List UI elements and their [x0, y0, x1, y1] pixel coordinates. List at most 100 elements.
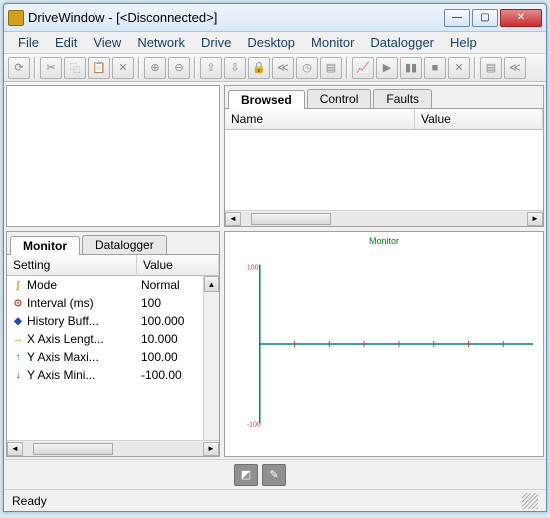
menu-help[interactable]: Help	[442, 35, 485, 50]
menu-desktop[interactable]: Desktop	[239, 35, 303, 50]
titlebar[interactable]: DriveWindow - [<Disconnected>] — ▢ ✕	[4, 4, 546, 32]
row-icon: ↓	[11, 368, 25, 382]
tab-datalogger[interactable]: Datalogger	[82, 235, 167, 254]
status-text: Ready	[12, 494, 47, 508]
row-icon: ◆	[11, 314, 25, 328]
play-icon[interactable]: ▶	[376, 57, 398, 79]
zoom-out-icon[interactable]: ⊖	[168, 57, 190, 79]
monitor-chart: Monitor 100 -100	[225, 232, 543, 456]
scroll-up-icon[interactable]: ▲	[204, 276, 219, 292]
row-icon: ⊙	[11, 296, 25, 310]
table-row[interactable]: ⊙Interval (ms) 100	[7, 294, 203, 312]
setting-value: 100.000	[137, 314, 203, 328]
record-icon[interactable]: ▮▮	[400, 57, 422, 79]
setting-label: Interval (ms)	[27, 296, 94, 310]
setting-value: 100	[137, 296, 203, 310]
setting-value: 10.000	[137, 332, 203, 346]
tab-control[interactable]: Control	[307, 89, 372, 108]
setting-label: Mode	[27, 278, 57, 292]
chart-pane[interactable]: Monitor 100 -100	[224, 231, 544, 457]
rewind2-icon[interactable]: ≪	[504, 57, 526, 79]
monitor-hscroll[interactable]: ◄ ►	[7, 440, 219, 456]
row-icon: ↔	[11, 332, 25, 346]
page-icon[interactable]: ▤	[320, 57, 342, 79]
svg-text:100: 100	[247, 264, 259, 271]
col-setting[interactable]: Setting	[7, 255, 137, 275]
chart-svg: 100 -100	[225, 232, 543, 456]
lock-icon[interactable]: 🔒	[248, 57, 270, 79]
col-value2[interactable]: Value	[137, 255, 219, 275]
setting-value: -100.00	[137, 368, 203, 382]
monitor-vscroll[interactable]: ▲	[203, 276, 219, 440]
toolbar: ⟳ ✂ ⿻ 📋 ✕ ⊕ ⊖ ⇧ ⇩ 🔒 ≪ ◷ ▤ 📈 ▶ ▮▮ ■ ✕ ▤ ≪	[4, 54, 546, 82]
refresh-icon[interactable]: ⟳	[8, 57, 30, 79]
table-row[interactable]: ↑Y Axis Maxi... 100.00	[7, 348, 203, 366]
menu-view[interactable]: View	[85, 35, 129, 50]
cut-icon[interactable]: ✂	[40, 57, 62, 79]
browsed-pane: Browsed Control Faults Name Value ◄ ►	[224, 85, 544, 227]
monitor-pane: Monitor Datalogger Setting Value ∫Mode No…	[6, 231, 220, 457]
stop-icon[interactable]: ■	[424, 57, 446, 79]
menu-drive[interactable]: Drive	[193, 35, 239, 50]
menu-file[interactable]: File	[10, 35, 47, 50]
log-icon[interactable]: ▤	[480, 57, 502, 79]
copy-icon[interactable]: ⿻	[64, 57, 86, 79]
setting-label: Y Axis Mini...	[27, 368, 95, 382]
row-icon: ∫	[11, 278, 25, 292]
setting-value: Normal	[137, 278, 203, 292]
clear-icon[interactable]: ✕	[448, 57, 470, 79]
browsed-body[interactable]	[225, 130, 543, 210]
menu-edit[interactable]: Edit	[47, 35, 85, 50]
col-name[interactable]: Name	[225, 109, 415, 129]
row-icon: ↑	[11, 350, 25, 364]
close-button[interactable]: ✕	[500, 9, 542, 27]
zoom-in-icon[interactable]: ⊕	[144, 57, 166, 79]
tab-monitor[interactable]: Monitor	[10, 236, 80, 255]
svg-text:-100: -100	[247, 421, 261, 428]
browsed-header: Name Value	[225, 109, 543, 130]
scroll-left2-icon[interactable]: ◄	[7, 442, 23, 456]
menu-monitor[interactable]: Monitor	[303, 35, 362, 50]
resize-grip-icon[interactable]	[522, 493, 538, 509]
setting-value: 100.00	[137, 350, 203, 364]
delete-icon[interactable]: ✕	[112, 57, 134, 79]
monitor-header: Setting Value	[7, 255, 219, 276]
tab-browsed[interactable]: Browsed	[228, 90, 305, 109]
window-title: DriveWindow - [<Disconnected>]	[28, 10, 444, 25]
table-row[interactable]: ↓Y Axis Mini... -100.00	[7, 366, 203, 384]
setting-label: Y Axis Maxi...	[27, 350, 99, 364]
paste-icon[interactable]: 📋	[88, 57, 110, 79]
rewind-icon[interactable]: ≪	[272, 57, 294, 79]
content-area: Browsed Control Faults Name Value ◄ ► Mo…	[4, 82, 546, 459]
tab-faults[interactable]: Faults	[373, 89, 432, 108]
menu-datalogger[interactable]: Datalogger	[362, 35, 442, 50]
monitor-body[interactable]: ∫Mode Normal ⊙Interval (ms) 100 ◆History Buf…	[7, 276, 203, 440]
statusbar: Ready	[4, 489, 546, 511]
tool1-icon[interactable]: ◩	[234, 464, 258, 486]
scroll-right2-icon[interactable]: ►	[203, 442, 219, 456]
upload-icon[interactable]: ⇧	[200, 57, 222, 79]
app-icon	[8, 10, 24, 26]
clock-icon[interactable]: ◷	[296, 57, 318, 79]
bottom-toolbar: ◩ ✎	[4, 459, 546, 489]
col-value[interactable]: Value	[415, 109, 543, 129]
table-row[interactable]: ◆History Buff... 100.000	[7, 312, 203, 330]
table-row[interactable]: ∫Mode Normal	[7, 276, 203, 294]
table-row[interactable]: ↔X Axis Lengt...10.000	[7, 330, 203, 348]
download-icon[interactable]: ⇩	[224, 57, 246, 79]
minimize-button[interactable]: —	[444, 9, 470, 27]
browsed-hscroll[interactable]: ◄ ►	[225, 210, 543, 226]
browsed-tabs: Browsed Control Faults	[225, 86, 543, 109]
menu-network[interactable]: Network	[129, 35, 193, 50]
tool2-icon[interactable]: ✎	[262, 464, 286, 486]
scroll-thumb[interactable]	[251, 213, 331, 225]
app-window: DriveWindow - [<Disconnected>] — ▢ ✕ Fil…	[3, 3, 547, 512]
scroll-thumb2[interactable]	[33, 443, 113, 455]
scroll-right-icon[interactable]: ►	[527, 212, 543, 226]
scroll-left-icon[interactable]: ◄	[225, 212, 241, 226]
tree-pane[interactable]	[6, 85, 220, 227]
menubar: File Edit View Network Drive Desktop Mon…	[4, 32, 546, 54]
setting-label: History Buff...	[27, 314, 99, 328]
maximize-button[interactable]: ▢	[472, 9, 498, 27]
chart-icon[interactable]: 📈	[352, 57, 374, 79]
